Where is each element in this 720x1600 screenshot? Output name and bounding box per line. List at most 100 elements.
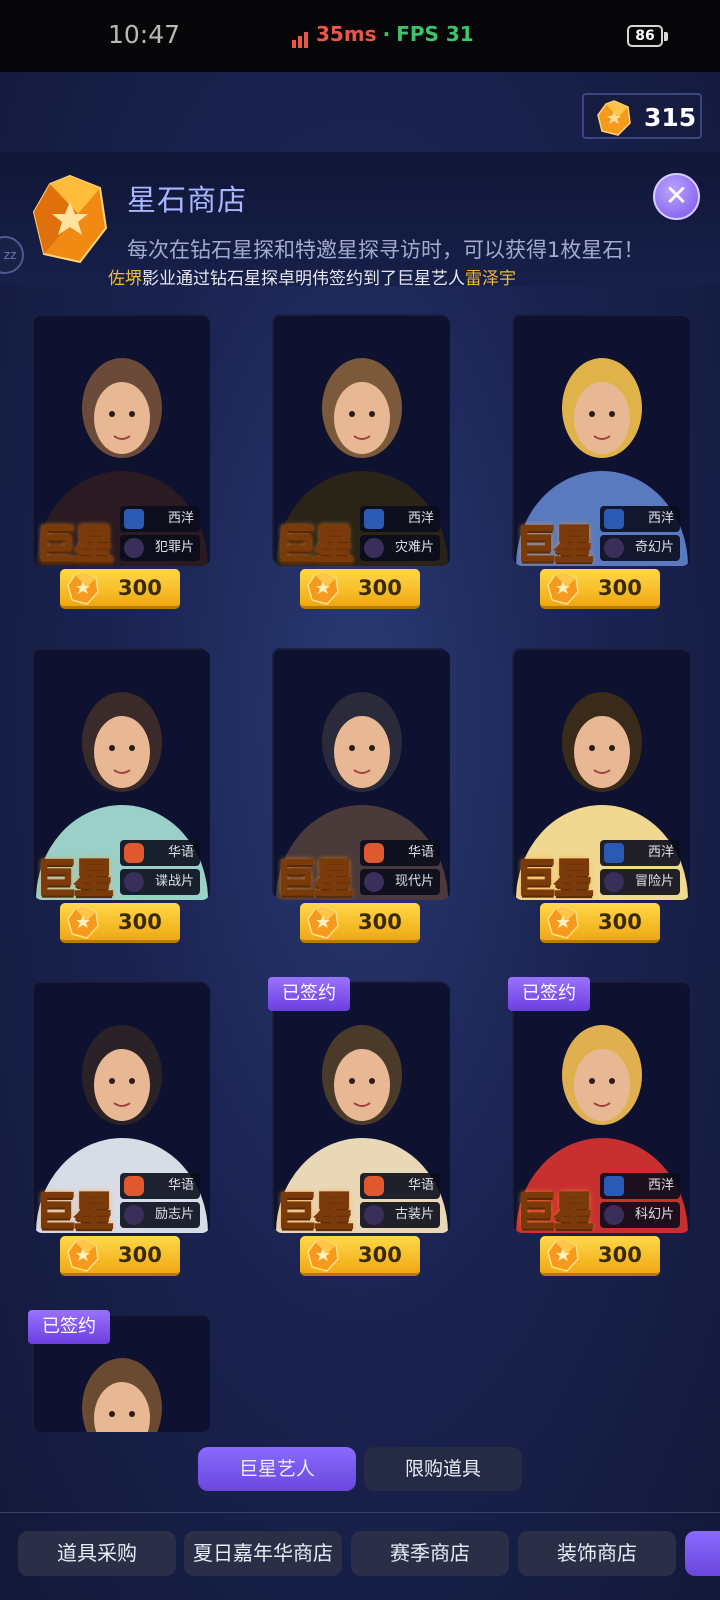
signed-badge: 已签约 [508,977,590,1011]
shop-description: 每次在钻石星探和特邀星探寻访时，可以获得1枚星石！ [127,238,645,262]
genre-tag: 科幻片 [600,1202,680,1228]
ping-value: 35ms [316,22,377,46]
artist-card[interactable]: 巨星 华语谍战片 [32,648,210,903]
price-value: 300 [598,910,642,934]
genre-text: 科幻片 [634,1207,674,1222]
battery-icon: 86 [627,25,668,47]
genre-tag: 古装片 [360,1202,440,1228]
price-value: 300 [598,576,642,600]
buy-button[interactable]: 300 [60,1236,180,1276]
region-text: 华语 [407,845,434,860]
artist-card[interactable]: 巨星 西洋 灾难片 [272,314,450,569]
artist-card[interactable]: 巨星 西洋科幻片 已签约 [508,977,690,1236]
region-tag: 华语 [360,1173,440,1199]
artist-card[interactable]: 巨星 华语现代片 [272,648,450,903]
genre-icon [604,538,624,558]
price-value: 300 [118,1243,162,1267]
region-tag: 西洋 [120,506,200,532]
artist-card[interactable]: 已签约 [28,1310,210,1432]
region-text: 西洋 [167,511,194,526]
region-tag: 西洋 [600,506,680,532]
signal-bars-icon [292,24,310,48]
western-region-icon [604,509,624,529]
genre-text: 现代片 [394,874,434,889]
nav-item-season-shop[interactable]: 赛季商店 [351,1531,509,1576]
star-gem-icon [597,100,631,136]
star-gem-icon [307,571,339,605]
region-tag: 西洋 [600,1173,680,1199]
tab-superstar-artists[interactable]: 巨星艺人 [198,1447,356,1491]
buy-button[interactable]: 300 [300,569,420,609]
price-value: 300 [118,910,162,934]
star-gem-icon [547,905,579,939]
genre-text: 古装片 [394,1207,434,1222]
artist-card[interactable]: 巨星 西洋冒险片 [512,648,690,903]
buy-button[interactable]: 300 [300,1236,420,1276]
region-tag: 华语 [360,840,440,866]
buy-button[interactable]: 300 [540,1236,660,1276]
superstar-label: 巨星 [515,855,595,903]
network-stats: 35ms · FPS 31 [292,22,474,48]
buy-button[interactable]: 300 [60,903,180,943]
buy-button[interactable]: 300 [60,569,180,609]
star-gem-icon [547,571,579,605]
nav-item-star-stone-shop[interactable] [685,1531,720,1576]
genre-tag: 冒险片 [600,869,680,895]
nav-item-decoration-shop[interactable]: 装饰商店 [518,1531,676,1576]
chinese-region-icon [124,1176,144,1196]
genre-icon [364,538,384,558]
announcement-ticker: 佐堺影业通过钻石星探卓明伟签约到了巨星艺人雷泽宇 [108,264,516,289]
price-value: 300 [118,576,162,600]
genre-text: 奇幻片 [634,540,674,555]
clock: 10:47 [108,20,181,49]
star-stone-balance[interactable]: 315 [582,93,702,139]
genre-icon [604,1205,624,1225]
chinese-region-icon [124,843,144,863]
buy-button[interactable]: 300 [540,569,660,609]
close-button[interactable]: ✕ [653,173,700,220]
stats-separator: · [382,22,391,46]
superstar-label: 巨星 [35,855,115,903]
region-text: 西洋 [647,511,674,526]
tab-limited-items[interactable]: 限购道具 [364,1447,522,1491]
genre-tag: 励志片 [120,1202,200,1228]
price-value: 300 [358,1243,402,1267]
region-tag: 西洋 [600,840,680,866]
region-text: 西洋 [647,1178,674,1193]
fps-value: FPS 31 [396,22,474,46]
genre-tag: 谍战片 [120,869,200,895]
superstar-label: 巨星 [275,855,355,903]
ticker-message: 影业通过钻石星探卓明伟签约到了巨星艺人 [142,269,465,289]
region-text: 华语 [167,1178,194,1193]
genre-text: 励志片 [154,1207,194,1222]
nav-item-purchase[interactable]: 道具采购 [18,1531,176,1576]
chinese-region-icon [364,843,384,863]
genre-text: 灾难片 [394,540,434,555]
price-value: 300 [358,576,402,600]
star-gem-icon [32,174,108,264]
page-title: 星石商店 [127,183,248,217]
star-gem-icon [307,1238,339,1272]
region-tag: 西洋 [360,506,440,532]
superstar-label: 巨星 [515,1188,595,1236]
artist-card[interactable]: 巨星 西洋 犯罪片 [32,314,210,569]
region-text: 华语 [407,1178,434,1193]
region-text: 西洋 [407,511,434,526]
artist-card[interactable]: 巨星 西洋奇幻片 [512,314,690,569]
superstar-label: 巨星 [515,521,595,569]
chinese-region-icon [364,1176,384,1196]
star-stone-amount: 315 [644,103,697,132]
region-tag: 华语 [120,840,200,866]
buy-button[interactable]: 300 [540,903,660,943]
genre-icon [124,872,144,892]
price-value: 300 [358,910,402,934]
artist-card[interactable]: 巨星 华语古装片 已签约 [268,977,450,1236]
ticker-studio: 佐堺 [108,269,142,289]
nav-item-summer-carnival-shop[interactable]: 夏日嘉年华商店 [184,1531,342,1576]
artist-card[interactable]: 巨星 华语 励志片 [32,981,210,1236]
genre-tag: 犯罪片 [120,535,200,561]
genre-icon [364,1205,384,1225]
superstar-label: 巨星 [275,1188,355,1236]
buy-button[interactable]: 300 [300,903,420,943]
signed-badge: 已签约 [268,977,350,1011]
